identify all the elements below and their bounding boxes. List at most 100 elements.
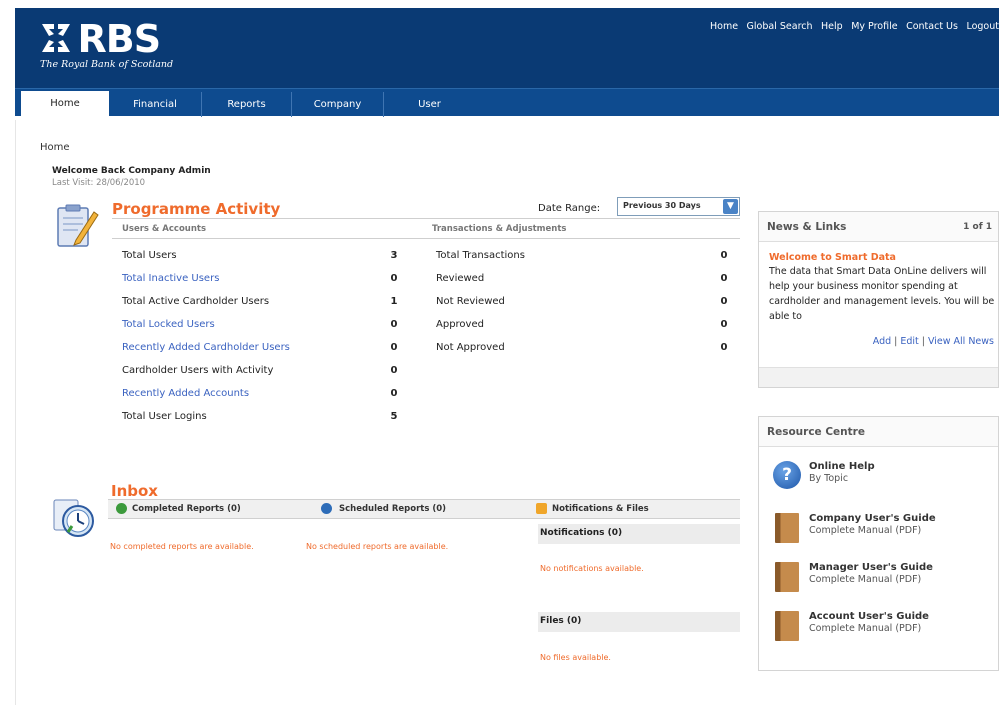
resource-subtitle: Complete Manual (PDF) xyxy=(809,623,922,634)
news-panel-footer xyxy=(759,367,998,387)
resource-subtitle: Complete Manual (PDF) xyxy=(809,574,922,585)
separator: | xyxy=(921,336,925,347)
stat-value-active-cardholders: 1 xyxy=(390,296,398,307)
completed-reports-message: No completed reports are available. xyxy=(110,542,254,551)
top-link-home[interactable]: Home xyxy=(710,21,738,32)
stat-value-approved: 0 xyxy=(720,319,728,330)
resource-title[interactable]: Account User's Guide xyxy=(809,611,929,622)
stat-value-cardholders-activity: 0 xyxy=(390,365,398,376)
news-add-link[interactable]: Add xyxy=(873,336,891,347)
book-icon xyxy=(775,513,799,543)
stat-value-total-users: 3 xyxy=(390,250,398,261)
stat-value-locked-users: 0 xyxy=(390,319,398,330)
stat-label-total-users: Total Users xyxy=(122,250,177,261)
completed-reports-tab[interactable]: Completed Reports (0) xyxy=(132,504,241,514)
tab-user[interactable]: User xyxy=(383,92,475,117)
clock-circle-icon xyxy=(321,503,332,514)
logo-text: RBS xyxy=(77,17,162,61)
news-pagination: 1 of 1 xyxy=(963,222,992,232)
inbox-title: Inbox xyxy=(111,482,158,500)
stat-label-inactive-users[interactable]: Total Inactive Users xyxy=(122,273,219,284)
tab-company[interactable]: Company xyxy=(291,92,383,117)
separator: | xyxy=(894,336,898,347)
tab-reports[interactable]: Reports xyxy=(201,92,291,117)
scheduled-reports-message: No scheduled reports are available. xyxy=(306,542,449,551)
stat-label-recent-cardholders[interactable]: Recently Added Cardholder Users xyxy=(122,342,290,353)
stat-label-total-transactions: Total Transactions xyxy=(436,250,525,261)
top-link-global-search[interactable]: Global Search xyxy=(747,21,813,32)
top-links: Home Global Search Help My Profile Conta… xyxy=(705,19,999,32)
users-accounts-header: Users & Accounts xyxy=(122,224,207,234)
notifications-message: No notifications available. xyxy=(540,564,644,573)
stat-label-user-logins: Total User Logins xyxy=(122,411,207,422)
files-header: Files (0) xyxy=(538,612,740,632)
bell-icon xyxy=(536,503,547,514)
news-panel-header: News & Links 1 of 1 xyxy=(759,212,998,242)
tab-financial[interactable]: Financial xyxy=(109,92,201,117)
date-range-label: Date Range: xyxy=(538,203,601,214)
news-view-all-link[interactable]: View All News xyxy=(928,336,994,347)
stat-value-recent-accounts: 0 xyxy=(390,388,398,399)
files-message: No files available. xyxy=(540,653,611,662)
stat-value-recent-cardholders: 0 xyxy=(390,342,398,353)
stat-label-recent-accounts[interactable]: Recently Added Accounts xyxy=(122,388,249,399)
transactions-header: Transactions & Adjustments xyxy=(432,224,567,234)
news-actions: Add | Edit | View All News xyxy=(873,336,994,347)
clipboard-icon xyxy=(54,202,100,250)
help-icon: ? xyxy=(773,461,801,489)
scheduled-reports-tab[interactable]: Scheduled Reports (0) xyxy=(339,504,446,514)
stat-value-user-logins: 5 xyxy=(390,411,398,422)
tab-home[interactable]: Home xyxy=(21,91,109,117)
notifications-files-tab[interactable]: Notifications & Files xyxy=(552,504,649,514)
news-item-title[interactable]: Welcome to Smart Data xyxy=(769,252,896,263)
activity-header-rule xyxy=(112,238,740,239)
news-links-panel: News & Links 1 of 1 Welcome to Smart Dat… xyxy=(758,211,999,388)
stat-value-reviewed: 0 xyxy=(720,273,728,284)
rbs-logo[interactable]: RBS The Royal Bank of Scotland xyxy=(40,17,174,70)
stat-value-not-reviewed: 0 xyxy=(720,296,728,307)
top-link-contact-us[interactable]: Contact Us xyxy=(906,21,958,32)
logo-subtitle: The Royal Bank of Scotland xyxy=(40,59,174,70)
stat-label-locked-users[interactable]: Total Locked Users xyxy=(122,319,215,330)
welcome-title: Welcome Back Company Admin xyxy=(52,166,211,176)
resource-title[interactable]: Manager User's Guide xyxy=(809,562,933,573)
stat-label-approved: Approved xyxy=(436,319,484,330)
last-visit: Last Visit: 28/06/2010 xyxy=(52,178,146,188)
site-header: RBS The Royal Bank of Scotland Home Glob… xyxy=(15,8,999,88)
date-range-select[interactable]: Previous 30 Days ▼ xyxy=(617,197,740,216)
news-edit-link[interactable]: Edit xyxy=(900,336,918,347)
resource-title[interactable]: Online Help xyxy=(809,461,875,472)
rbs-daisy-icon xyxy=(40,22,72,54)
notifications-header: Notifications (0) xyxy=(538,524,740,544)
breadcrumb[interactable]: Home xyxy=(40,142,70,153)
top-link-logout[interactable]: Logout xyxy=(966,21,999,32)
main-nav: Home Financial Reports Company User xyxy=(15,88,999,117)
top-link-help[interactable]: Help xyxy=(821,21,843,32)
book-icon xyxy=(775,611,799,641)
date-range-value: Previous 30 Days xyxy=(623,201,701,210)
programme-activity-title: Programme Activity xyxy=(112,200,281,218)
chevron-down-icon[interactable]: ▼ xyxy=(723,199,738,214)
stat-label-cardholders-activity: Cardholder Users with Activity xyxy=(122,365,274,376)
book-icon xyxy=(775,562,799,592)
resource-centre-panel: Resource Centre ? Online Help By Topic C… xyxy=(758,416,999,671)
stat-value-total-transactions: 0 xyxy=(720,250,728,261)
clock-icon xyxy=(52,496,96,538)
news-item-body: The data that Smart Data OnLine delivers… xyxy=(769,266,995,322)
inbox-header-bar: Completed Reports (0) Scheduled Reports … xyxy=(108,499,740,519)
resource-title[interactable]: Company User's Guide xyxy=(809,513,936,524)
stat-label-not-reviewed: Not Reviewed xyxy=(436,296,505,307)
activity-top-rule xyxy=(112,218,740,219)
stat-label-not-approved: Not Approved xyxy=(436,342,505,353)
resource-subtitle: Complete Manual (PDF) xyxy=(809,525,922,536)
page-left-rule xyxy=(15,120,16,705)
stat-value-not-approved: 0 xyxy=(720,342,728,353)
news-panel-title: News & Links xyxy=(767,221,847,233)
stat-value-inactive-users: 0 xyxy=(390,273,398,284)
resource-panel-title: Resource Centre xyxy=(767,426,865,438)
resource-subtitle: By Topic xyxy=(809,473,849,484)
stat-label-reviewed: Reviewed xyxy=(436,273,485,284)
stat-label-active-cardholders: Total Active Cardholder Users xyxy=(122,296,270,307)
check-circle-icon xyxy=(116,503,127,514)
top-link-my-profile[interactable]: My Profile xyxy=(851,21,897,32)
